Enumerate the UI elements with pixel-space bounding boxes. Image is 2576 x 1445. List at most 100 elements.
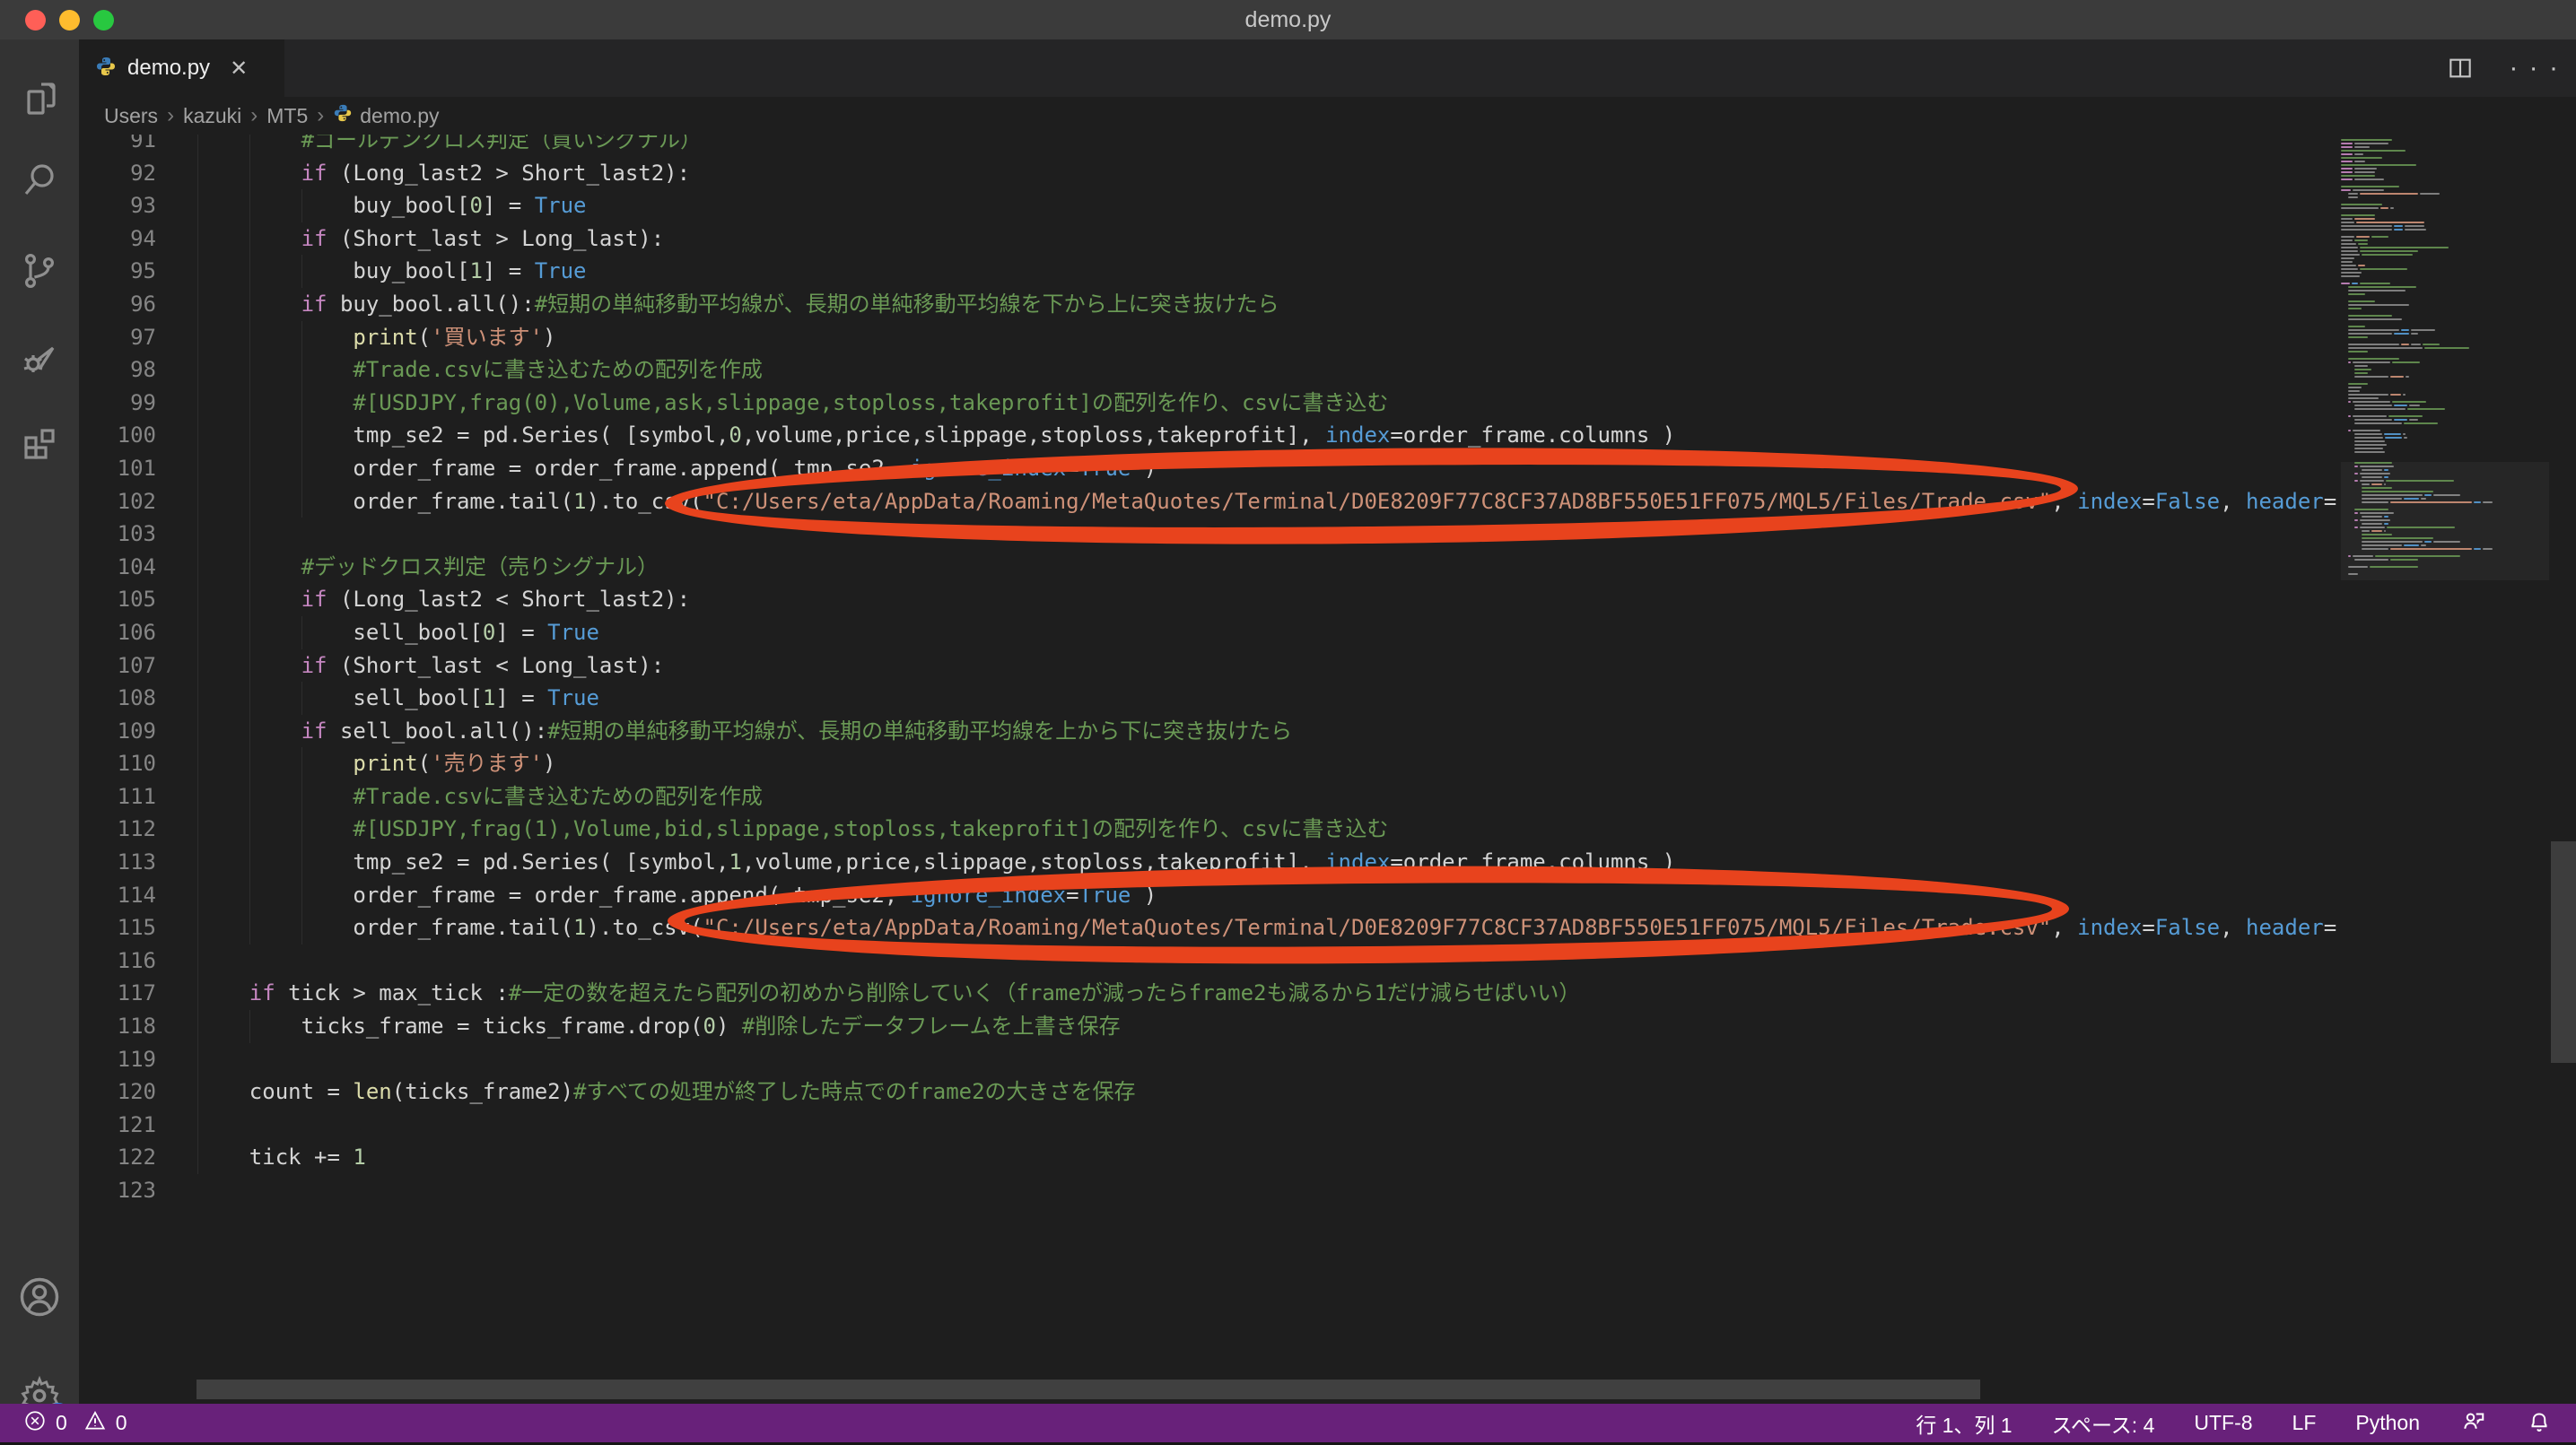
code-line-109[interactable]: 109 if sell_bool.all():#短期の単純移動平均線が、長期の単… <box>79 715 2376 748</box>
status-item--1-1[interactable]: 行 1、列 1 <box>1916 1408 2012 1439</box>
code-line-102[interactable]: 102 order_frame.tail(1).to_csv("C:/Users… <box>79 485 2376 518</box>
line-content: ticks_frame = ticks_frame.drop(0) #削除したデ… <box>197 1010 1121 1043</box>
code-line-91[interactable]: 91 #ゴールデンクロス判定（買いシグナル） <box>79 135 2376 157</box>
code-line-119[interactable]: 119 <box>79 1043 2376 1076</box>
extensions-icon[interactable] <box>0 402 79 481</box>
indent-guide <box>249 485 250 518</box>
indent-guide <box>249 616 250 649</box>
source-control-icon[interactable] <box>0 231 79 310</box>
line-number: 110 <box>79 747 197 780</box>
code-line-112[interactable]: 112 #[USDJPY,frag(1),Volume,bid,slippage… <box>79 813 2376 846</box>
status-item-lf[interactable]: LF <box>2292 1411 2317 1435</box>
breadcrumb-item-demo-py[interactable]: demo.py <box>333 103 439 128</box>
code-line-116[interactable]: 116 <box>79 944 2376 978</box>
indent-guide <box>197 419 198 452</box>
indent-guide <box>249 452 250 485</box>
breadcrumb: Users›kazuki›MT5› demo.py <box>79 97 2576 135</box>
indent-guide <box>197 780 198 814</box>
code-line-97[interactable]: 97 print('買います') <box>79 321 2376 354</box>
indent-guide <box>301 321 302 354</box>
tab-label: demo.py <box>127 56 210 81</box>
line-content: sell_bool[0] = True <box>197 616 599 649</box>
account-icon[interactable] <box>0 1258 79 1336</box>
indent-guide <box>249 518 250 551</box>
warning-count: 0 <box>116 1411 127 1435</box>
code-line-114[interactable]: 114 order_frame = order_frame.append( tm… <box>79 879 2376 912</box>
vertical-scrollbar[interactable] <box>2551 841 2576 1063</box>
indent-guide <box>249 715 250 748</box>
code-line-121[interactable]: 121 <box>79 1109 2376 1142</box>
problems-indicator[interactable]: 0 0 <box>23 1409 127 1438</box>
status-item-utf-8[interactable]: UTF-8 <box>2194 1411 2252 1435</box>
line-number: 114 <box>79 879 197 912</box>
code-line-110[interactable]: 110 print('売ります') <box>79 747 2376 780</box>
line-number: 97 <box>79 321 197 354</box>
indent-guide <box>301 353 302 387</box>
python-file-icon <box>333 103 353 128</box>
indent-guide <box>197 944 198 978</box>
indent-guide <box>249 189 250 222</box>
line-number: 102 <box>79 485 197 518</box>
code-line-111[interactable]: 111 #Trade.csvに書き込むための配列を作成 <box>79 780 2376 814</box>
maximize-window-button[interactable] <box>93 10 114 30</box>
line-number: 91 <box>79 135 197 157</box>
code-line-117[interactable]: 117 if tick > max_tick :#一定の数を超えたら配列の初めか… <box>79 977 2376 1010</box>
code-line-98[interactable]: 98 #Trade.csvに書き込むための配列を作成 <box>79 353 2376 387</box>
breadcrumb-item-users[interactable]: Users <box>104 104 158 128</box>
code-line-115[interactable]: 115 order_frame.tail(1).to_csv("C:/Users… <box>79 911 2376 944</box>
indent-guide <box>249 551 250 584</box>
split-editor-icon[interactable] <box>2446 54 2475 83</box>
code-line-101[interactable]: 101 order_frame = order_frame.append( tm… <box>79 452 2376 485</box>
code-line-122[interactable]: 122 tick += 1 <box>79 1141 2376 1174</box>
minimize-window-button[interactable] <box>59 10 80 30</box>
line-number: 104 <box>79 551 197 584</box>
status-item-python[interactable]: Python <box>2355 1411 2420 1435</box>
code-line-123[interactable]: 123 <box>79 1174 2376 1207</box>
code-line-105[interactable]: 105 if (Long_last2 < Short_last2): <box>79 583 2376 616</box>
tab-demo-py[interactable]: demo.py ✕ <box>79 39 285 97</box>
indent-guide <box>249 846 250 879</box>
breadcrumb-item-mt5[interactable]: MT5 <box>266 104 308 128</box>
code-line-96[interactable]: 96 if buy_bool.all():#短期の単純移動平均線が、長期の単純移… <box>79 288 2376 321</box>
indent-guide <box>197 1109 198 1142</box>
code-line-103[interactable]: 103 <box>79 518 2376 551</box>
line-number: 111 <box>79 780 197 814</box>
code-line-99[interactable]: 99 #[USDJPY,frag(0),Volume,ask,slippage,… <box>79 387 2376 420</box>
feedback-icon[interactable] <box>2459 1407 2486 1440</box>
line-number: 92 <box>79 157 197 190</box>
indent-guide <box>197 1010 198 1043</box>
indent-guide <box>301 387 302 420</box>
line-number: 95 <box>79 255 197 288</box>
code-line-108[interactable]: 108 sell_bool[1] = True <box>79 682 2376 715</box>
code-line-107[interactable]: 107 if (Short_last < Long_last): <box>79 649 2376 683</box>
code-line-95[interactable]: 95 buy_bool[1] = True <box>79 255 2376 288</box>
indent-guide <box>197 977 198 1010</box>
code-line-93[interactable]: 93 buy_bool[0] = True <box>79 189 2376 222</box>
code-line-120[interactable]: 120 count = len(ticks_frame2)#すべての処理が終了し… <box>79 1075 2376 1109</box>
horizontal-scrollbar[interactable] <box>196 1380 1980 1399</box>
explorer-icon[interactable] <box>0 59 79 138</box>
code-editor[interactable]: 91 #ゴールデンクロス判定（買いシグナル）92 if (Long_last2 … <box>79 135 2576 1404</box>
more-actions-icon[interactable]: · · · <box>2509 53 2560 83</box>
status-item--4[interactable]: スペース: 4 <box>2052 1408 2155 1439</box>
line-content: #Trade.csvに書き込むための配列を作成 <box>197 353 763 387</box>
indent-guide <box>301 911 302 944</box>
code-line-118[interactable]: 118 ticks_frame = ticks_frame.drop(0) #削… <box>79 1010 2376 1043</box>
indent-guide <box>249 780 250 814</box>
notifications-bell-icon[interactable] <box>2526 1407 2553 1440</box>
code-line-104[interactable]: 104 #デッドクロス判定（売りシグナル） <box>79 551 2376 584</box>
indent-guide <box>197 715 198 748</box>
code-line-113[interactable]: 113 tmp_se2 = pd.Series( [symbol,1,volum… <box>79 846 2376 879</box>
code-line-94[interactable]: 94 if (Short_last > Long_last): <box>79 222 2376 256</box>
code-line-106[interactable]: 106 sell_bool[0] = True <box>79 616 2376 649</box>
breadcrumb-item-kazuki[interactable]: kazuki <box>183 104 241 128</box>
indent-guide <box>197 485 198 518</box>
code-line-92[interactable]: 92 if (Long_last2 > Short_last2): <box>79 157 2376 190</box>
code-line-100[interactable]: 100 tmp_se2 = pd.Series( [symbol,0,volum… <box>79 419 2376 452</box>
search-icon[interactable] <box>0 141 79 220</box>
run-debug-icon[interactable] <box>0 318 79 397</box>
tab-close-icon[interactable]: ✕ <box>230 56 248 82</box>
close-window-button[interactable] <box>25 10 46 30</box>
minimap[interactable] <box>2341 139 2549 588</box>
breadcrumb-separator: › <box>317 103 324 128</box>
